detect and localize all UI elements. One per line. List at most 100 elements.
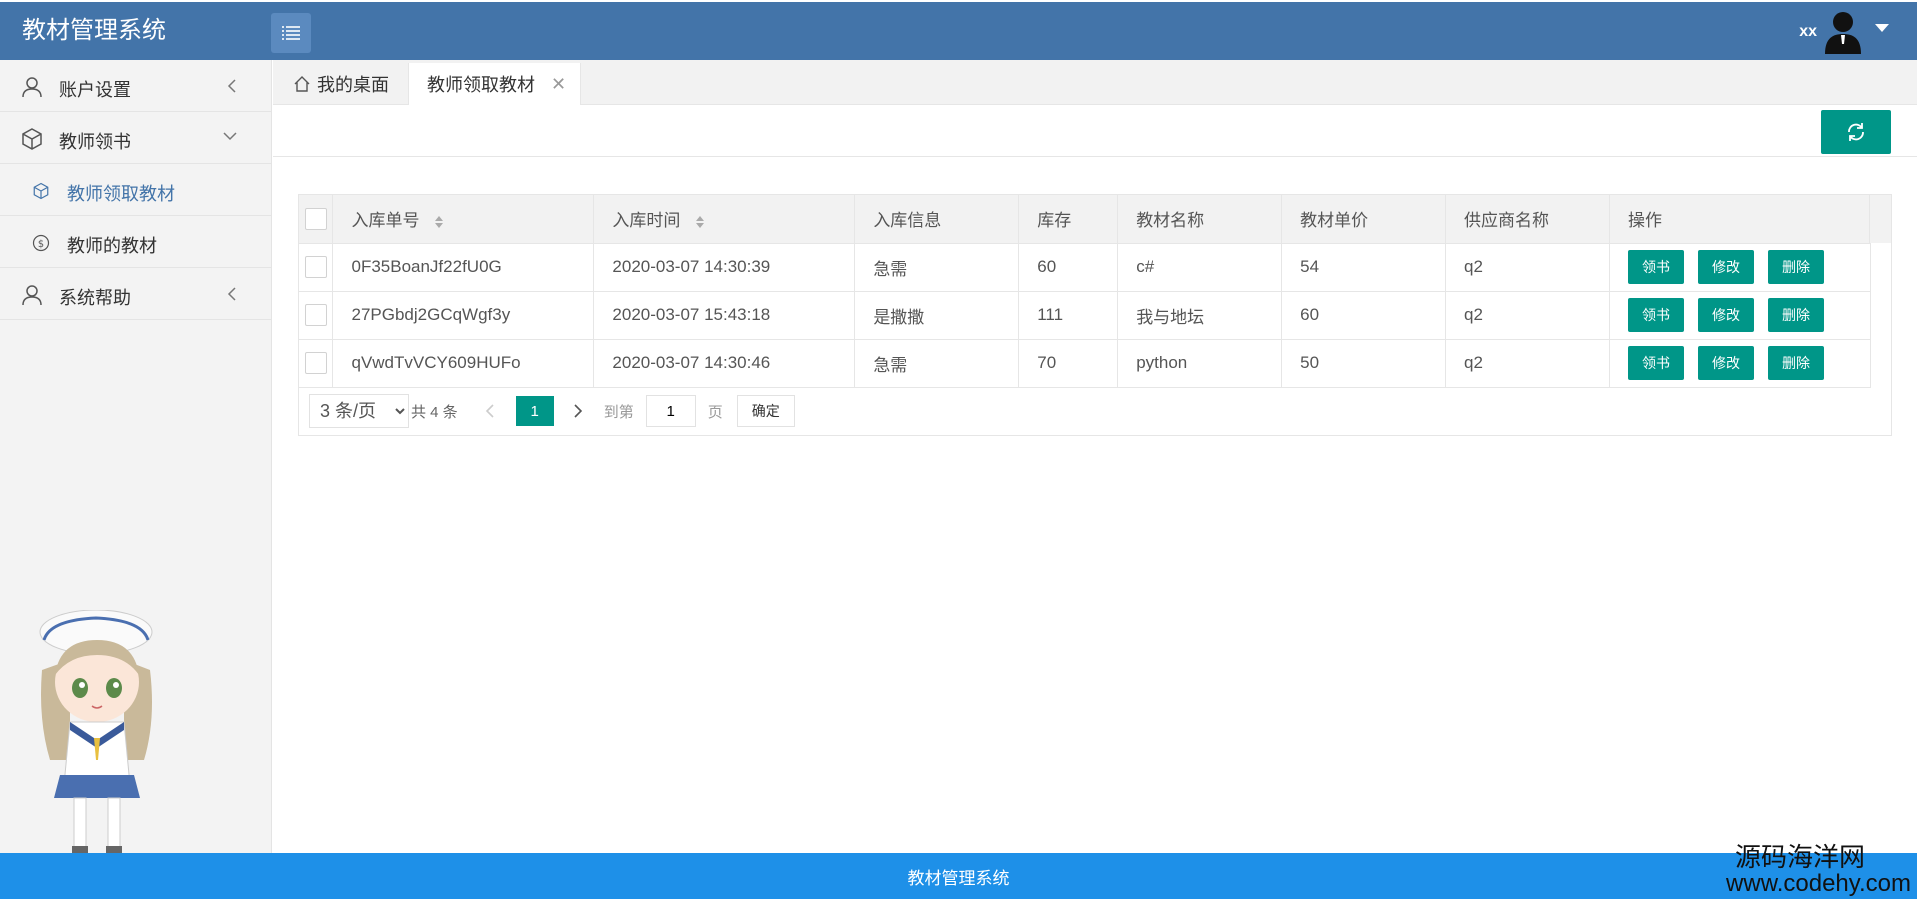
- chevron-left-icon: [227, 79, 236, 93]
- col-header-actions: 操作: [1609, 195, 1872, 244]
- row-checkbox[interactable]: [305, 352, 327, 374]
- cell-info: 是撒撒: [854, 291, 1020, 340]
- sidebar-subitem-label: 教师的教材: [67, 236, 157, 256]
- tab-desktop[interactable]: 我的桌面: [273, 63, 408, 105]
- refresh-icon: [1848, 123, 1864, 141]
- top-header: 教材管理系统 xx: [0, 2, 1917, 60]
- edit-button[interactable]: 修改: [1697, 250, 1754, 284]
- delete-button[interactable]: 删除: [1767, 250, 1824, 284]
- watermark-line2: www.codehy.com: [1726, 870, 1911, 897]
- page-unit-label: 页: [707, 403, 723, 421]
- cell-info: 急需: [854, 339, 1020, 388]
- page-size-select[interactable]: 3 条/页: [309, 394, 409, 428]
- row-select-cell: [299, 243, 334, 292]
- sidebar-subitem-my-books[interactable]: $ 教师的教材: [0, 216, 271, 268]
- footer: 教材管理系统: [0, 853, 1917, 899]
- user-icon: [22, 77, 42, 98]
- col-header-time[interactable]: 入库时间: [593, 195, 856, 244]
- chevron-left-icon[interactable]: [478, 402, 502, 420]
- cell-id: 0F35BoanJf22fU0G: [332, 243, 595, 292]
- chevron-left-icon: [227, 287, 236, 301]
- refresh-button[interactable]: [1821, 110, 1891, 154]
- table-row: qVwdTvVCY609HUFo 2020-03-07 14:30:46 急需 …: [299, 339, 1872, 388]
- goto-label: 到第: [603, 403, 634, 421]
- chevron-down-icon: [1875, 24, 1889, 32]
- tab-take-books[interactable]: 教师领取教材 ✕: [408, 63, 581, 105]
- watermark: 源码海洋网 www.codehy.com: [1726, 843, 1911, 897]
- cell-supplier: q2: [1445, 339, 1610, 388]
- cell-actions: 领书 修改 删除: [1609, 291, 1872, 340]
- cell-info: 急需: [854, 243, 1020, 292]
- svg-text:$: $: [38, 239, 44, 250]
- cell-supplier: q2: [1445, 243, 1610, 292]
- select-all-checkbox[interactable]: [305, 207, 327, 230]
- sidebar-item-label: 账户设置: [59, 80, 131, 100]
- cell-id: qVwdTvVCY609HUFo: [332, 339, 595, 388]
- sort-icon[interactable]: [434, 215, 444, 229]
- cube-icon: [22, 128, 42, 150]
- data-table: 入库单号 入库时间 入库信息 库存 教材名称 教材单价 供应商名称 操作 0F3…: [298, 194, 1892, 436]
- total-count: 共 4 条: [411, 403, 458, 421]
- footer-text: 教材管理系统: [907, 868, 1010, 888]
- avatar-icon: [1825, 12, 1861, 54]
- delete-button[interactable]: 删除: [1767, 346, 1824, 380]
- cell-price: 54: [1281, 243, 1447, 292]
- cell-actions: 领书 修改 删除: [1609, 339, 1872, 388]
- select-all-cell: [299, 195, 334, 244]
- cell-id: 27PGbdj2GCqWgf3y: [332, 291, 595, 340]
- toolbar: [273, 105, 1917, 157]
- sidebar-item-help[interactable]: 系统帮助: [0, 268, 271, 320]
- chevron-right-icon[interactable]: [566, 402, 590, 420]
- table-scroll-gutter: [1869, 195, 1891, 243]
- brand-title: 教材管理系统: [22, 17, 166, 44]
- col-header-supplier: 供应商名称: [1445, 195, 1610, 244]
- cell-time: 2020-03-07 15:43:18: [593, 291, 856, 340]
- current-page-button[interactable]: 1: [515, 396, 554, 426]
- edit-button[interactable]: 修改: [1697, 346, 1754, 380]
- tab-label: 教师领取教材: [427, 75, 535, 95]
- cell-name: 我与地坛: [1117, 291, 1283, 340]
- col-header-name: 教材名称: [1117, 195, 1283, 244]
- col-header-id[interactable]: 入库单号: [332, 195, 595, 244]
- cell-time: 2020-03-07 14:30:46: [593, 339, 856, 388]
- cell-stock: 111: [1018, 291, 1119, 340]
- cube-icon: [33, 182, 49, 200]
- cell-stock: 60: [1018, 243, 1119, 292]
- sidebar: 账户设置 教师领书 教师领取教材 $ 教师的教材 系统帮助: [0, 60, 272, 854]
- col-header-info: 入库信息: [854, 195, 1020, 244]
- edit-button[interactable]: 修改: [1697, 298, 1754, 332]
- delete-button[interactable]: 删除: [1767, 298, 1824, 332]
- sort-icon[interactable]: [695, 215, 705, 229]
- goto-page-input[interactable]: [645, 395, 696, 427]
- home-icon: [294, 76, 310, 92]
- mascot-illustration: [39, 610, 153, 854]
- table-header-row: 入库单号 入库时间 入库信息 库存 教材名称 教材单价 供应商名称 操作: [299, 195, 1872, 244]
- sidebar-item-label: 系统帮助: [59, 288, 131, 308]
- user-name: xx: [1799, 23, 1817, 40]
- row-select-cell: [299, 291, 334, 340]
- take-book-button[interactable]: 领书: [1627, 250, 1684, 284]
- cell-name: python: [1117, 339, 1283, 388]
- user-menu[interactable]: xx: [1799, 10, 1889, 54]
- take-book-button[interactable]: 领书: [1627, 298, 1684, 332]
- take-book-button[interactable]: 领书: [1627, 346, 1684, 380]
- col-header-stock: 库存: [1018, 195, 1119, 244]
- sidebar-item-label: 教师领书: [59, 132, 131, 152]
- row-select-cell: [299, 339, 334, 388]
- cell-supplier: q2: [1445, 291, 1610, 340]
- menu-toggle-button[interactable]: [271, 13, 311, 53]
- sidebar-item-account[interactable]: 账户设置: [0, 60, 271, 112]
- cell-price: 50: [1281, 339, 1447, 388]
- confirm-button[interactable]: 确定: [736, 395, 795, 427]
- row-checkbox[interactable]: [305, 256, 327, 278]
- coin-icon: $: [32, 234, 50, 252]
- sidebar-subitem-take-books[interactable]: 教师领取教材: [0, 164, 271, 216]
- close-icon[interactable]: ✕: [551, 74, 566, 95]
- chevron-down-icon: [223, 132, 237, 141]
- row-checkbox[interactable]: [305, 304, 327, 326]
- table-row: 0F35BoanJf22fU0G 2020-03-07 14:30:39 急需 …: [299, 243, 1872, 292]
- sidebar-item-teacher-books[interactable]: 教师领书: [0, 112, 271, 164]
- sidebar-subitem-label: 教师领取教材: [67, 184, 175, 204]
- watermark-line1: 源码海洋网: [1734, 842, 1865, 872]
- tab-bar: 我的桌面 教师领取教材 ✕: [273, 60, 1917, 105]
